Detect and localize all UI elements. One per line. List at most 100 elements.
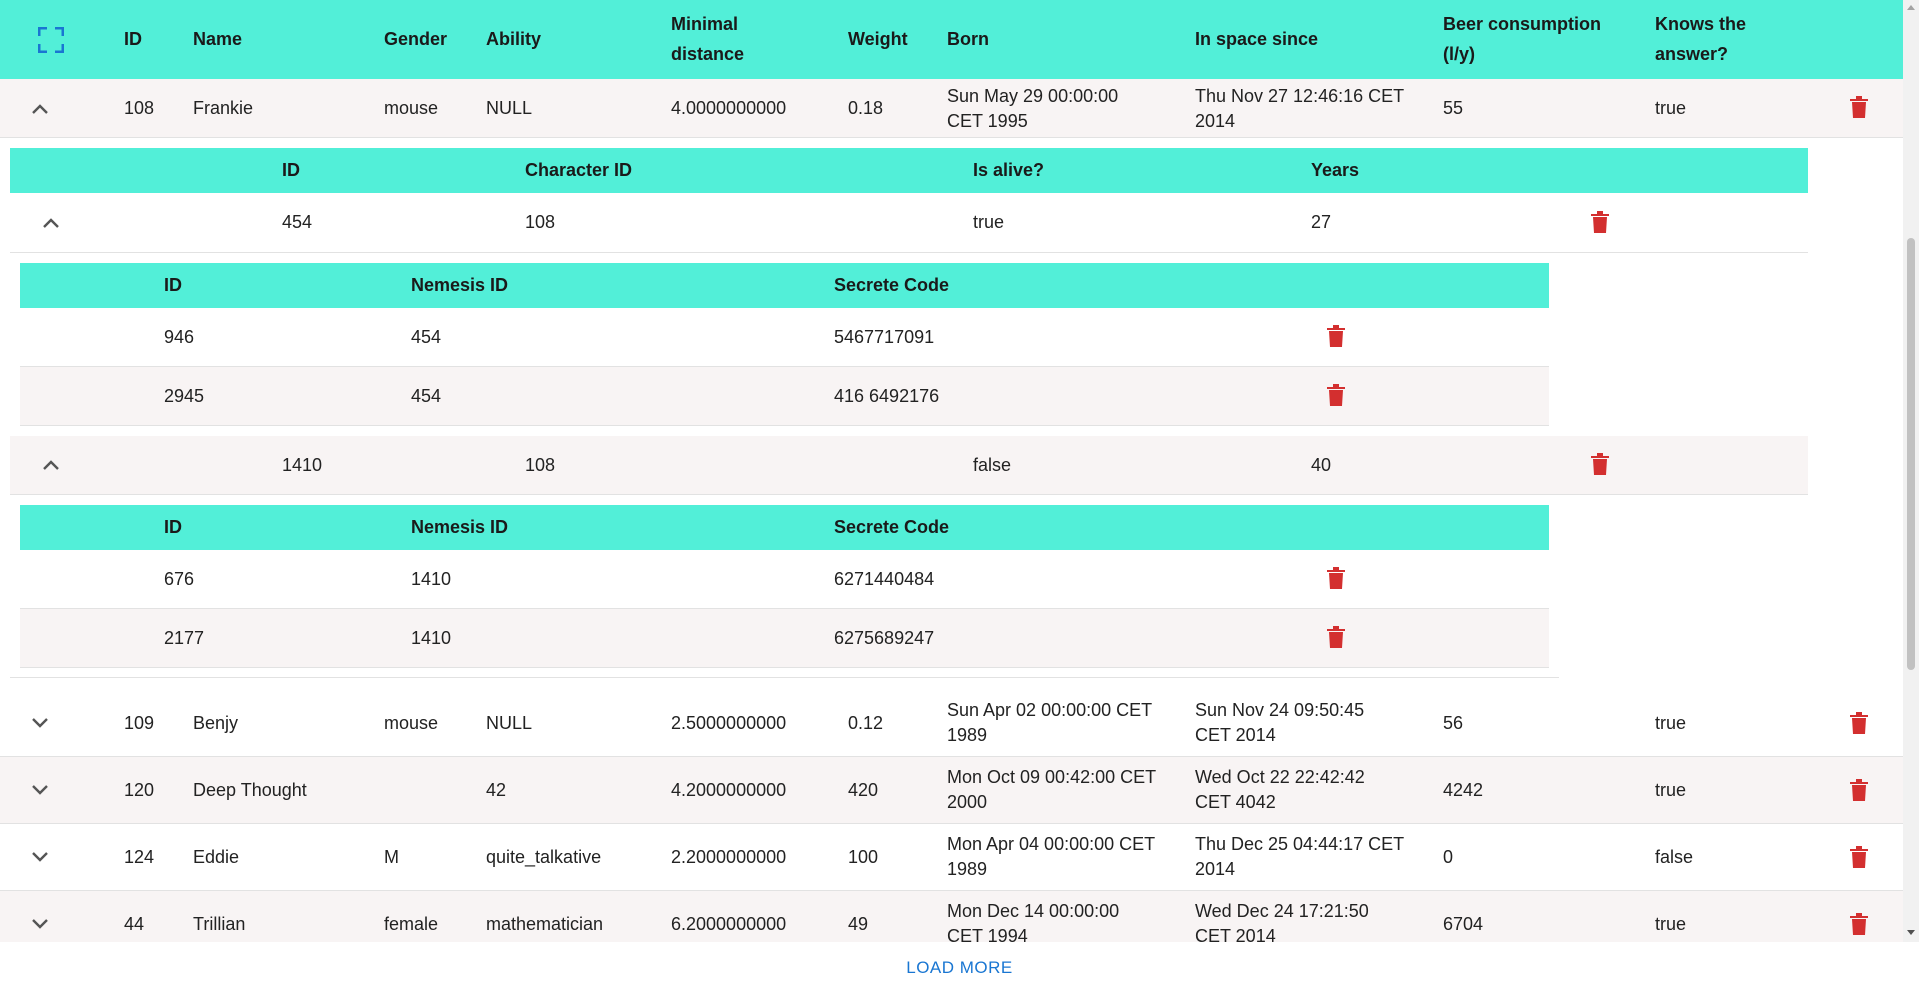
table-row[interactable]: 109 Benjy mouse NULL 2.5000000000 0.12 S…	[0, 690, 1903, 757]
scroll-down-icon[interactable]	[1903, 926, 1919, 940]
nemesis-cell-code: 5467717091	[834, 327, 935, 347]
nemesis-header-id[interactable]: ID	[164, 270, 182, 300]
nemesis-cell-nemesis-id: 1410	[411, 628, 452, 648]
cell-minimal-distance: 4.2000000000	[671, 780, 787, 800]
nemesis-header-nemesis-id[interactable]: Nemesis ID	[411, 512, 508, 542]
nested-table-row: 454 108 true 27	[10, 193, 1808, 253]
chevron-up-icon[interactable]	[36, 450, 66, 480]
cell-beer: 56	[1443, 713, 1464, 733]
cell-knows: true	[1655, 780, 1687, 800]
cell-in-space-since: Thu Dec 25 04:44:17 CET	[1195, 834, 1405, 854]
nested-cell-is-alive: true	[973, 212, 1005, 232]
cell-name: Benjy	[193, 713, 239, 733]
nested-cell-years: 27	[1311, 212, 1332, 232]
nested-cell-is-alive: false	[973, 455, 1012, 475]
fullscreen-icon[interactable]	[37, 26, 65, 54]
trash-icon[interactable]	[1324, 564, 1348, 592]
nested-divider	[10, 677, 1559, 678]
nested-header-years[interactable]: Years	[1311, 155, 1359, 185]
nemesis-header-secrete-code[interactable]: Secrete Code	[834, 270, 949, 300]
cell-id: 120	[124, 780, 155, 800]
trash-icon[interactable]	[1847, 776, 1871, 804]
trash-icon[interactable]	[1847, 910, 1871, 938]
cell-knows: true	[1655, 713, 1687, 733]
cell-in-space-since-line2: CET 2014	[1195, 926, 1276, 942]
cell-born: Sun Apr 02 00:00:00 CET	[947, 700, 1153, 720]
header-name[interactable]: Name	[193, 24, 242, 54]
trash-icon[interactable]	[1588, 450, 1612, 478]
header-id[interactable]: ID	[124, 24, 142, 54]
chevron-down-icon[interactable]	[25, 909, 55, 939]
cell-in-space-since: Wed Oct 22 22:42:42	[1195, 767, 1365, 787]
cell-id: 109	[124, 713, 155, 733]
load-more-button[interactable]: LOAD MORE	[0, 958, 1919, 978]
table-row[interactable]: 120 Deep Thought 42 4.2000000000 420 Mon…	[0, 757, 1903, 824]
cell-gender: mouse	[384, 713, 439, 733]
nemesis-table-row: 676 1410 6271440484	[20, 550, 1549, 609]
table-row[interactable]: 44 Trillian female mathematician 6.20000…	[0, 891, 1903, 942]
cell-name: Deep Thought	[193, 780, 307, 800]
cell-weight: 0.18	[848, 98, 884, 118]
header-beer-consumption[interactable]: Beer consumption	[1443, 9, 1601, 39]
trash-icon[interactable]	[1324, 381, 1348, 409]
cell-gender: female	[384, 914, 439, 934]
nemesis-header-secrete-code[interactable]: Secrete Code	[834, 512, 949, 542]
header-ability[interactable]: Ability	[486, 24, 541, 54]
cell-name: Frankie	[193, 98, 254, 118]
cell-beer: 6704	[1443, 914, 1484, 934]
nemesis-header-nemesis-id[interactable]: Nemesis ID	[411, 270, 508, 300]
nemesis-cell-nemesis-id: 454	[411, 386, 442, 406]
cell-in-space-since-line2: 2014	[1195, 859, 1236, 879]
cell-born-line2: CET 1994	[947, 926, 1028, 942]
cell-born: Sun May 29 00:00:00	[947, 86, 1119, 106]
chevron-down-icon[interactable]	[25, 708, 55, 738]
header-born[interactable]: Born	[947, 24, 989, 54]
cell-name: Trillian	[193, 914, 246, 934]
cell-in-space-since: Thu Nov 27 12:46:16 CET	[1195, 86, 1405, 106]
scroll-up-icon[interactable]	[1903, 0, 1919, 14]
header-in-space-since[interactable]: In space since	[1195, 24, 1318, 54]
trash-icon[interactable]	[1324, 322, 1348, 350]
trash-icon[interactable]	[1588, 208, 1612, 236]
header-gender[interactable]: Gender	[384, 24, 447, 54]
table-viewport[interactable]: ID Name Gender Ability Minimal distance …	[0, 0, 1903, 942]
chevron-up-icon[interactable]	[36, 208, 66, 238]
header-weight[interactable]: Weight	[848, 24, 908, 54]
nested-cell-id: 454	[282, 212, 313, 232]
table-row[interactable]: 124 Eddie M quite_talkative 2.2000000000…	[0, 824, 1903, 891]
nested-header-id[interactable]: ID	[282, 155, 300, 185]
trash-icon[interactable]	[1847, 709, 1871, 737]
cell-ability: NULL	[486, 98, 533, 118]
cell-born-line2: 2000	[947, 792, 988, 812]
nemesis-cell-code: 416 6492176	[834, 386, 940, 406]
nested-header-is-alive[interactable]: Is alive?	[973, 155, 1044, 185]
cell-ability: mathematician	[486, 914, 604, 934]
trash-icon[interactable]	[1847, 843, 1871, 871]
cell-born-line2: 1989	[947, 859, 988, 879]
chevron-down-icon[interactable]	[25, 842, 55, 872]
scrollbar-thumb[interactable]	[1907, 238, 1915, 670]
chevron-down-icon[interactable]	[25, 775, 55, 805]
nemesis-header-id[interactable]: ID	[164, 512, 182, 542]
cell-beer: 4242	[1443, 780, 1484, 800]
trash-icon[interactable]	[1324, 623, 1348, 651]
header-minimal-distance-line2: distance	[671, 44, 745, 64]
header-minimal-distance[interactable]: Minimal	[671, 9, 738, 39]
nested-cell-years: 40	[1311, 455, 1332, 475]
nemesis-cell-id: 2177	[164, 628, 205, 648]
vertical-scrollbar[interactable]	[1903, 0, 1919, 942]
cell-in-space-since-line2: 2014	[1195, 111, 1236, 131]
cell-weight: 0.12	[848, 713, 884, 733]
chevron-up-icon[interactable]	[25, 94, 55, 124]
cell-in-space-since: Sun Nov 24 09:50:45	[1195, 700, 1365, 720]
table-row: 108 Frankie mouse NULL 4.0000000000 0.18…	[0, 79, 1903, 138]
cell-id: 124	[124, 847, 155, 867]
cell-ability: 42	[486, 780, 507, 800]
nemesis-table-row: 946 454 5467717091	[20, 308, 1549, 367]
header-knows-answer[interactable]: Knows the	[1655, 9, 1746, 39]
cell-knows: false	[1655, 847, 1694, 867]
nemesis-cell-id: 2945	[164, 386, 205, 406]
trash-icon[interactable]	[1847, 93, 1871, 121]
nested-header-character-id[interactable]: Character ID	[525, 155, 632, 185]
cell-born-line2: 1989	[947, 725, 988, 745]
